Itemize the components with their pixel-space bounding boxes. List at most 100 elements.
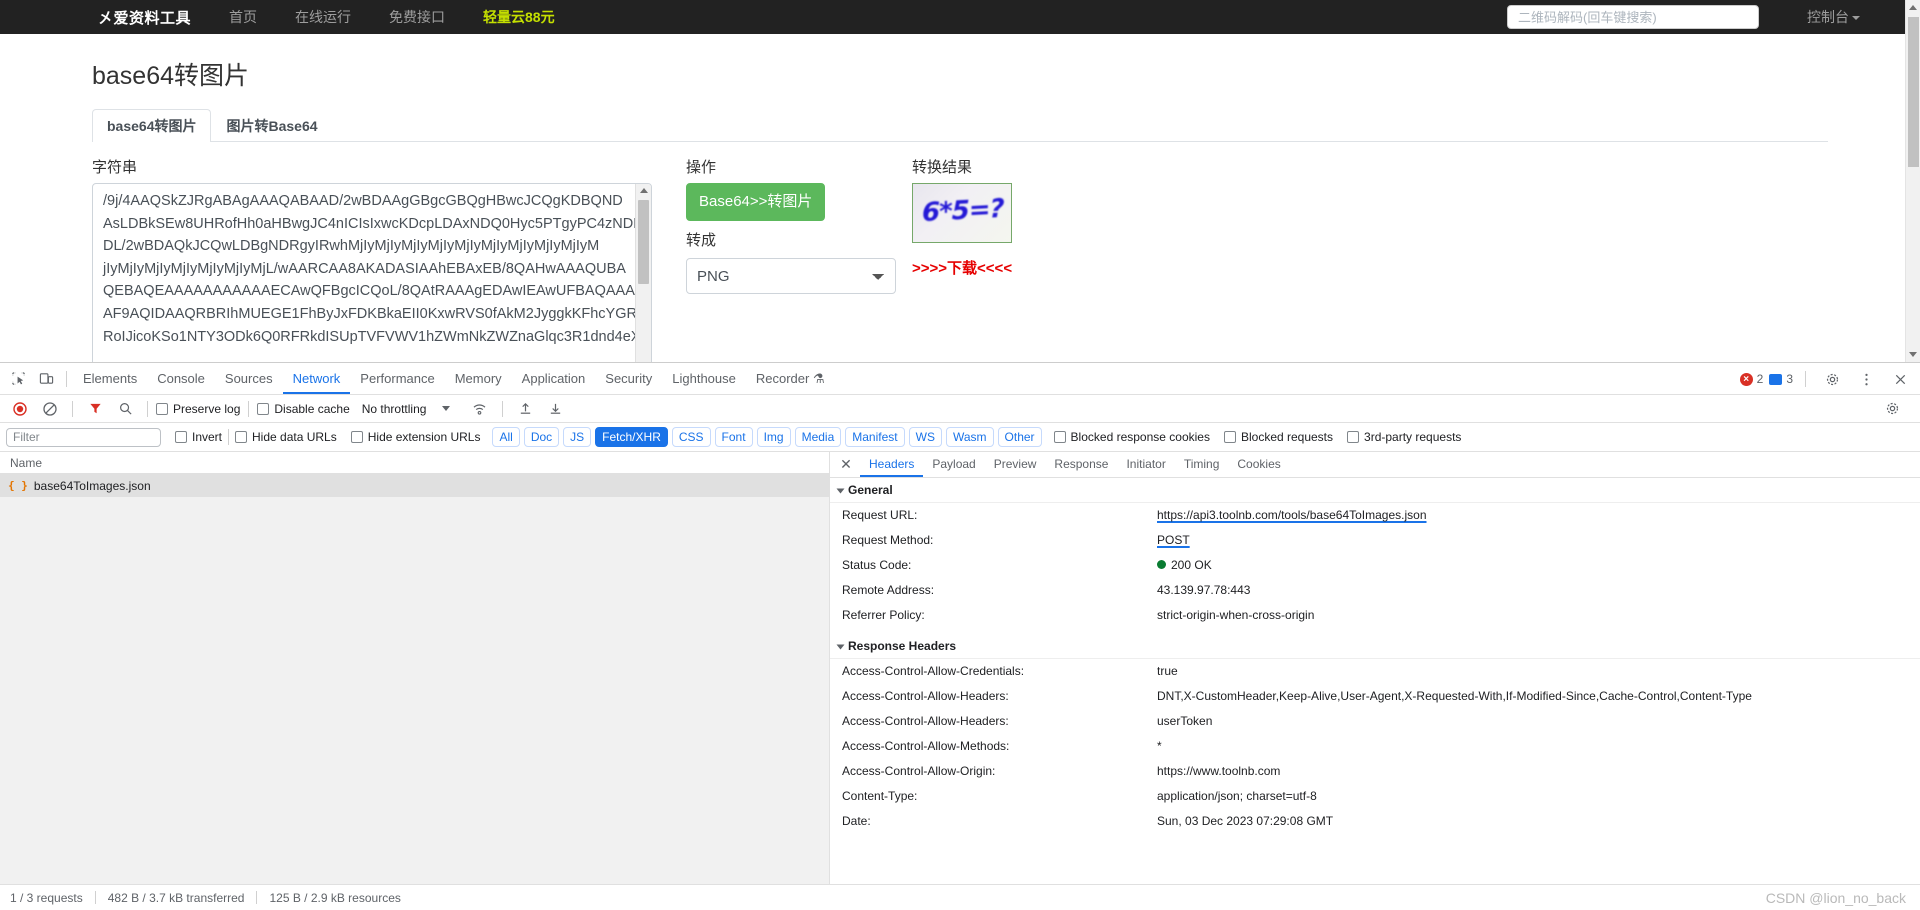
- format-label: 转成: [686, 232, 717, 249]
- type-chip-ws[interactable]: WS: [908, 427, 942, 447]
- throttling-select[interactable]: No throttling: [362, 402, 427, 416]
- type-chip-manifest[interactable]: Manifest: [845, 427, 905, 447]
- network-settings-icon[interactable]: [1878, 396, 1906, 422]
- type-chip-css[interactable]: CSS: [671, 427, 711, 447]
- header-value: https://www.toolnb.com: [1157, 764, 1281, 778]
- preserve-log-checkbox[interactable]: Preserve log: [156, 402, 240, 416]
- response-headers-section-header[interactable]: Response Headers: [830, 634, 1920, 659]
- detail-tab-initiator[interactable]: Initiator: [1117, 452, 1174, 477]
- scroll-up-arrow-icon[interactable]: [640, 188, 648, 193]
- type-chip-doc[interactable]: Doc: [523, 427, 560, 447]
- import-har-icon[interactable]: [511, 396, 539, 422]
- devtools-tab-performance[interactable]: Performance: [350, 363, 444, 394]
- page-scroll-up-icon[interactable]: [1909, 5, 1917, 10]
- record-button-icon[interactable]: [6, 396, 34, 422]
- page-scrollbar[interactable]: [1905, 0, 1920, 362]
- error-badge[interactable]: × 2: [1739, 372, 1763, 386]
- detail-tab-response[interactable]: Response: [1045, 452, 1117, 477]
- tab-image-to-base64[interactable]: 图片转Base64: [211, 109, 332, 142]
- base64-scrollbar[interactable]: [635, 184, 651, 362]
- qr-decode-search-input[interactable]: [1507, 5, 1759, 29]
- request-url-value[interactable]: https://api3.toolnb.com/tools/base64ToIm…: [1157, 506, 1427, 525]
- device-toolbar-icon[interactable]: [32, 366, 60, 392]
- result-label: 转换结果: [912, 159, 973, 176]
- settings-gear-icon[interactable]: [1818, 366, 1846, 392]
- result-image[interactable]: 6*5=?: [912, 183, 1012, 243]
- network-filter-bar: Invert Hide data URLs Hide extension URL…: [0, 423, 1920, 452]
- tab-base64-to-image[interactable]: base64转图片: [92, 109, 212, 142]
- devtools-tab-lighthouse[interactable]: Lighthouse: [662, 363, 746, 394]
- detail-tab-headers[interactable]: Headers: [860, 452, 923, 477]
- checkbox-box: [350, 431, 363, 443]
- devtools-tab-security[interactable]: Security: [595, 363, 662, 394]
- nav-link-home[interactable]: 首页: [229, 7, 257, 27]
- invert-label: Invert: [192, 430, 223, 444]
- type-chip-font[interactable]: Font: [714, 427, 753, 447]
- nav-link-free-api[interactable]: 免费接口: [389, 7, 445, 27]
- invert-checkbox[interactable]: Invert: [175, 430, 222, 444]
- table-row[interactable]: { } base64ToImages.json: [0, 474, 829, 497]
- scrollbar-thumb[interactable]: [638, 200, 649, 284]
- type-chip-js[interactable]: JS: [563, 427, 592, 447]
- message-badge[interactable]: 3: [1769, 372, 1793, 386]
- blocked-requests-checkbox[interactable]: Blocked requests: [1223, 430, 1333, 444]
- third-party-requests-checkbox[interactable]: 3rd-party requests: [1347, 430, 1461, 444]
- watermark: CSDN @lion_no_back: [1765, 889, 1906, 906]
- inspect-element-icon[interactable]: [4, 366, 32, 392]
- detail-tab-timing[interactable]: Timing: [1175, 452, 1229, 477]
- base64-input[interactable]: /9j/4AAQSkZJRgABAgAAAQABAAD/2wBDAAgGBgcG…: [93, 184, 641, 362]
- request-method-value[interactable]: POST: [1157, 531, 1190, 550]
- page-scrollbar-thumb[interactable]: [1908, 17, 1919, 167]
- header-row: Date: Sun, 03 Dec 2023 07:29:08 GMT: [830, 809, 1920, 834]
- header-key: Content-Type:: [842, 789, 918, 803]
- devtools-tab-application[interactable]: Application: [512, 363, 596, 394]
- header-value: application/json; charset=utf-8: [1157, 789, 1317, 803]
- devtools-tab-elements[interactable]: Elements: [73, 363, 147, 394]
- type-chip-media[interactable]: Media: [794, 427, 842, 447]
- devtools-tab-console[interactable]: Console: [147, 363, 215, 394]
- filter-funnel-icon[interactable]: [81, 396, 109, 422]
- close-devtools-icon[interactable]: [1886, 366, 1914, 392]
- convert-button[interactable]: Base64>>转图片: [686, 183, 826, 221]
- disable-cache-checkbox[interactable]: Disable cache: [257, 402, 350, 416]
- nav-console-dropdown[interactable]: 控制台: [1807, 7, 1860, 27]
- type-chip-wasm[interactable]: Wasm: [945, 427, 994, 447]
- third-party-requests-label: 3rd-party requests: [1364, 430, 1462, 444]
- hide-extension-urls-checkbox[interactable]: Hide extension URLs: [350, 430, 480, 444]
- site-navbar: 㐅爱资料工具 首页 在线运行 免费接口 轻量云88元 控制台: [0, 0, 1920, 34]
- output-format-select[interactable]: PNG: [686, 258, 896, 294]
- nav-link-online-run[interactable]: 在线运行: [295, 7, 351, 27]
- header-key: Access-Control-Allow-Headers:: [842, 714, 1009, 728]
- filter-input[interactable]: [6, 427, 161, 447]
- devtools-tab-recorder[interactable]: Recorder ⚗: [746, 363, 835, 394]
- site-brand[interactable]: 㐅爱资料工具: [98, 7, 191, 28]
- detail-tab-payload[interactable]: Payload: [923, 452, 984, 477]
- detail-tab-cookies[interactable]: Cookies: [1228, 452, 1289, 477]
- message-icon: [1769, 373, 1783, 385]
- type-chip-other[interactable]: Other: [997, 427, 1042, 447]
- request-list-header: Name: [0, 452, 829, 474]
- page-scroll-down-icon[interactable]: [1909, 352, 1917, 357]
- type-chip-fetch-xhr[interactable]: Fetch/XHR: [595, 427, 668, 447]
- type-chip-all[interactable]: All: [492, 427, 520, 447]
- clear-requests-icon[interactable]: [36, 396, 64, 422]
- devtools-tab-memory[interactable]: Memory: [445, 363, 512, 394]
- network-conditions-icon[interactable]: [466, 396, 494, 422]
- close-detail-icon[interactable]: ✕: [836, 456, 856, 473]
- nav-link-promo[interactable]: 轻量云88元: [483, 7, 555, 27]
- devtools-tab-network[interactable]: Network: [283, 363, 351, 394]
- more-options-icon[interactable]: [1852, 366, 1880, 392]
- blocked-response-cookies-checkbox[interactable]: Blocked response cookies: [1053, 430, 1210, 444]
- devtools-tab-sources[interactable]: Sources: [215, 363, 283, 394]
- general-section-header[interactable]: General: [830, 478, 1920, 503]
- search-icon[interactable]: [111, 396, 139, 422]
- transferred-size: 482 B / 3.7 kB transferred: [107, 890, 245, 905]
- detail-tab-preview[interactable]: Preview: [985, 452, 1046, 477]
- request-count: 1 / 3 requests: [10, 890, 83, 905]
- network-main-area: Name { } base64ToImages.json ✕ Headers P…: [0, 452, 1920, 884]
- export-har-icon[interactable]: [541, 396, 569, 422]
- type-chip-img[interactable]: Img: [756, 427, 791, 447]
- download-link[interactable]: >>>>下载<<<<: [912, 257, 1012, 278]
- hide-data-urls-checkbox[interactable]: Hide data URLs: [235, 430, 337, 444]
- throttling-chevron-icon[interactable]: [442, 406, 451, 411]
